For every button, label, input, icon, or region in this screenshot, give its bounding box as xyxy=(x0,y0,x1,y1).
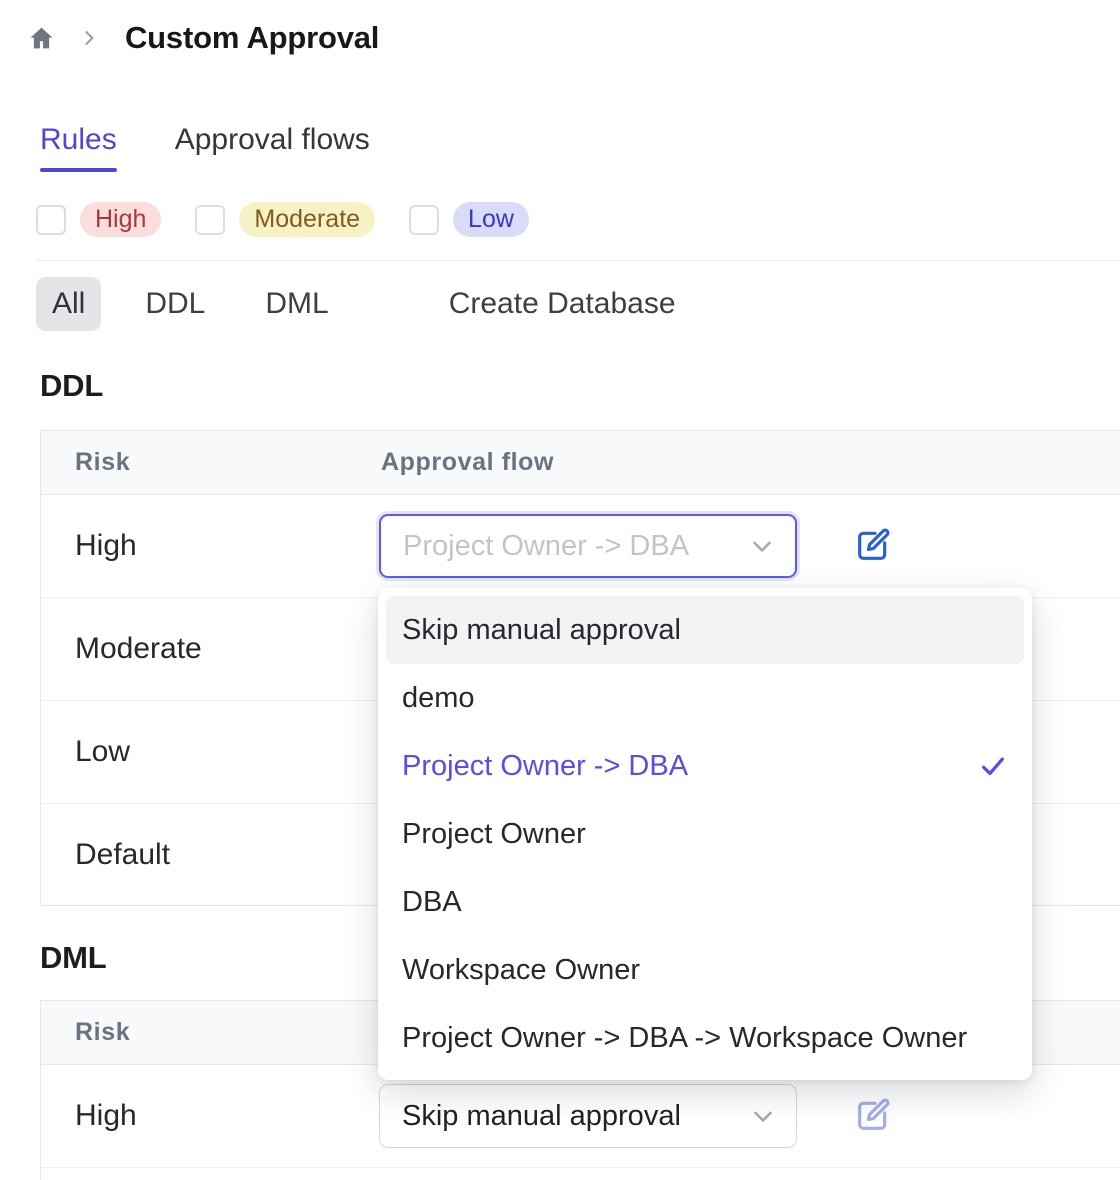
category-tab-dml[interactable]: DML xyxy=(249,277,344,331)
filter-group-low: Low xyxy=(409,202,529,237)
edit-pencil-icon xyxy=(853,525,893,568)
dml-section-title: DML xyxy=(40,940,107,976)
category-tab-create-database[interactable]: Create Database xyxy=(433,277,692,331)
custom-approval-page: Custom Approval Rules Approval flows Hig… xyxy=(0,0,1120,1180)
chevron-down-icon xyxy=(747,531,777,561)
select-value: Project Owner -> DBA xyxy=(403,530,737,563)
dropdown-item-project-owner[interactable]: Project Owner xyxy=(386,800,1024,868)
filter-divider xyxy=(36,260,1120,261)
risk-filter-bar: High Moderate Low xyxy=(36,202,563,237)
check-icon xyxy=(978,751,1008,781)
table-row-ddl-high: High Project Owner -> DBA xyxy=(41,495,1120,598)
risk-column-header: Risk xyxy=(41,448,379,477)
risk-label: Low xyxy=(41,735,379,769)
dropdown-item-project-owner-dba[interactable]: Project Owner -> DBA xyxy=(386,732,1024,800)
ddl-table-header: Risk Approval flow xyxy=(41,431,1120,495)
dropdown-item-dba[interactable]: DBA xyxy=(386,868,1024,936)
chevron-down-icon xyxy=(748,1101,778,1131)
edit-pencil-icon xyxy=(853,1095,893,1138)
category-tab-ddl[interactable]: DDL xyxy=(129,277,221,331)
risk-label: High xyxy=(41,1099,379,1133)
category-filter-bar: All DDL DML Create Database xyxy=(36,277,692,331)
tab-rules[interactable]: Rules xyxy=(40,122,117,172)
ddl-section-title: DDL xyxy=(40,368,103,404)
filter-group-moderate: Moderate xyxy=(195,202,375,237)
dml-high-edit-flow-button[interactable] xyxy=(853,1096,893,1136)
dropdown-item-label: Project Owner -> DBA xyxy=(402,750,688,783)
tab-active-underline xyxy=(40,168,117,172)
risk-label: Moderate xyxy=(41,632,379,666)
breadcrumb: Custom Approval xyxy=(28,20,379,56)
chevron-right-icon xyxy=(79,28,99,48)
moderate-risk-checkbox[interactable] xyxy=(195,205,225,235)
table-row-dml-high: High Skip manual approval xyxy=(41,1065,1120,1168)
dml-high-approval-flow-select[interactable]: Skip manual approval xyxy=(379,1084,797,1148)
filter-group-high: High xyxy=(36,202,161,237)
tab-bar: Rules Approval flows xyxy=(40,122,370,172)
approval-flow-column-header: Approval flow xyxy=(379,448,1120,477)
approval-flow-dropdown-menu: Skip manual approval demo Project Owner … xyxy=(378,588,1032,1080)
ddl-high-edit-flow-button[interactable] xyxy=(853,526,893,566)
dropdown-item-workspace-owner[interactable]: Workspace Owner xyxy=(386,936,1024,1004)
tab-approval-flows[interactable]: Approval flows xyxy=(175,122,370,172)
risk-label: Default xyxy=(41,838,379,872)
category-tab-all[interactable]: All xyxy=(36,277,101,331)
risk-label: High xyxy=(41,529,379,563)
high-risk-badge[interactable]: High xyxy=(80,202,161,237)
select-value: Skip manual approval xyxy=(402,1100,738,1133)
dropdown-item-skip-manual-approval[interactable]: Skip manual approval xyxy=(386,596,1024,664)
dropdown-item-demo[interactable]: demo xyxy=(386,664,1024,732)
tab-rules-label: Rules xyxy=(40,122,117,158)
dropdown-item-project-owner-dba-workspace-owner[interactable]: Project Owner -> DBA -> Workspace Owner xyxy=(386,1004,1024,1072)
ddl-high-approval-flow-select[interactable]: Project Owner -> DBA xyxy=(379,514,797,578)
tab-approval-flows-label: Approval flows xyxy=(175,122,370,158)
low-risk-checkbox[interactable] xyxy=(409,205,439,235)
high-risk-checkbox[interactable] xyxy=(36,205,66,235)
home-icon[interactable] xyxy=(28,25,55,52)
low-risk-badge[interactable]: Low xyxy=(453,202,529,237)
page-title: Custom Approval xyxy=(125,20,379,56)
risk-column-header: Risk xyxy=(41,1018,379,1047)
moderate-risk-badge[interactable]: Moderate xyxy=(239,202,375,237)
